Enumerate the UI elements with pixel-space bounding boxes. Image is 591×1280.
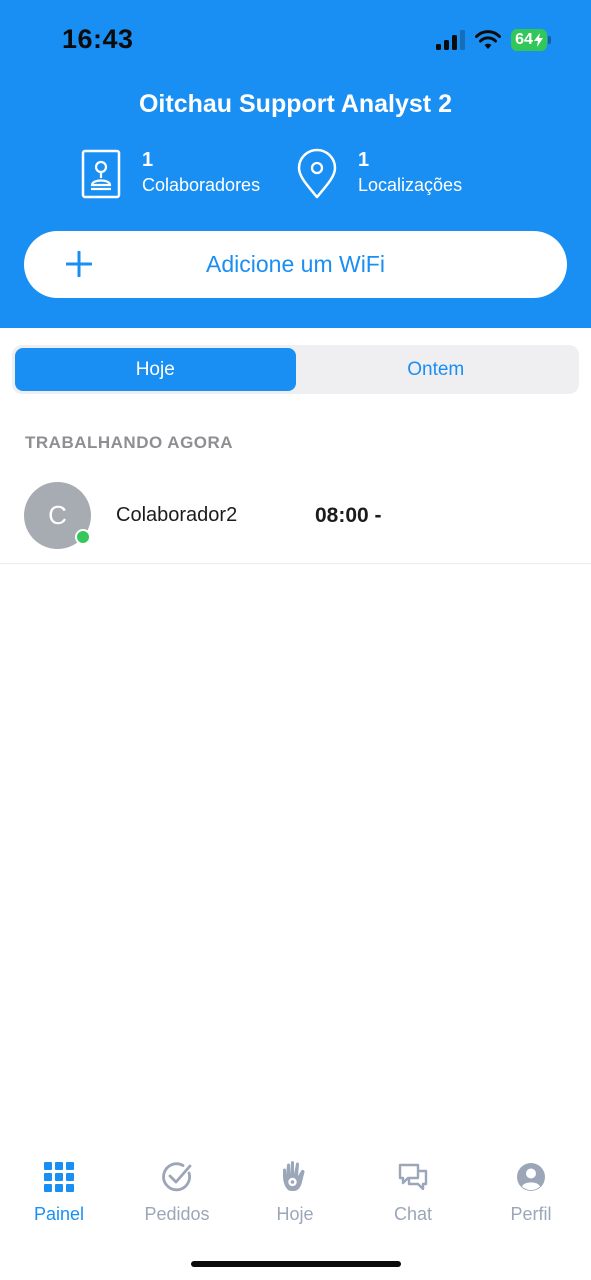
locations-count: 1 <box>358 149 370 171</box>
cellular-signal-icon <box>436 30 465 50</box>
tab-painel[interactable]: Painel <box>0 1160 118 1230</box>
tab-label: Chat <box>393 1204 433 1224</box>
section-title: TRABALHANDO AGORA <box>25 433 234 452</box>
tab-chat[interactable]: Chat <box>354 1160 472 1230</box>
home-indicator[interactable] <box>191 1261 401 1267</box>
locations-label: Localizações <box>358 175 463 195</box>
plus-icon <box>66 251 92 277</box>
tab-label: Pedidos <box>144 1204 210 1224</box>
add-wifi-label: Adicione um WiFi <box>206 251 385 277</box>
header: 16:43 64 Oitchau Support Analyst 2 1 Col… <box>0 0 591 328</box>
locations-stat[interactable]: 1 Localizações <box>294 148 462 200</box>
segment-yesterday[interactable]: Ontem <box>296 348 577 391</box>
tab-bar: Painel Pedidos Hoje Chat Perfil <box>0 1160 591 1230</box>
tab-label: Hoje <box>276 1204 314 1224</box>
status-time: 16:43 <box>62 24 134 54</box>
segment-today[interactable]: Hoje <box>15 348 296 391</box>
bolt-icon <box>533 33 543 47</box>
grid-icon <box>44 1162 74 1192</box>
online-status-dot <box>75 529 91 545</box>
collaborators-label: Colaboradores <box>142 175 261 195</box>
check-circle-icon <box>162 1162 192 1192</box>
battery-indicator: 64 <box>511 29 551 51</box>
tab-label: Perfil <box>510 1204 552 1224</box>
list-item[interactable]: C Colaborador2 08:00 - <box>0 474 591 564</box>
collaborators-stat[interactable]: 1 Colaboradores <box>78 148 260 200</box>
profile-icon <box>517 1163 545 1191</box>
tab-pedidos[interactable]: Pedidos <box>118 1160 236 1230</box>
add-wifi-button[interactable]: Adicione um WiFi <box>24 231 567 298</box>
collaborator-name: Colaborador2 <box>116 504 238 526</box>
collaborators-count: 1 <box>142 149 154 171</box>
company-name: Oitchau Support Analyst 2 <box>138 90 452 118</box>
id-badge-icon <box>81 149 121 199</box>
chat-bubbles-icon <box>398 1163 428 1191</box>
hand-icon <box>283 1161 305 1191</box>
wifi-icon <box>475 30 501 49</box>
day-segmented-control: Hoje Ontem <box>12 345 579 394</box>
battery-level: 64 <box>515 31 533 48</box>
shift-time: 08:00 - <box>315 504 382 527</box>
location-pin-icon <box>297 148 337 199</box>
status-icons: 64 <box>436 26 551 54</box>
tab-label: Painel <box>33 1204 85 1224</box>
tab-hoje[interactable]: Hoje <box>236 1160 354 1230</box>
tab-perfil[interactable]: Perfil <box>472 1160 590 1230</box>
